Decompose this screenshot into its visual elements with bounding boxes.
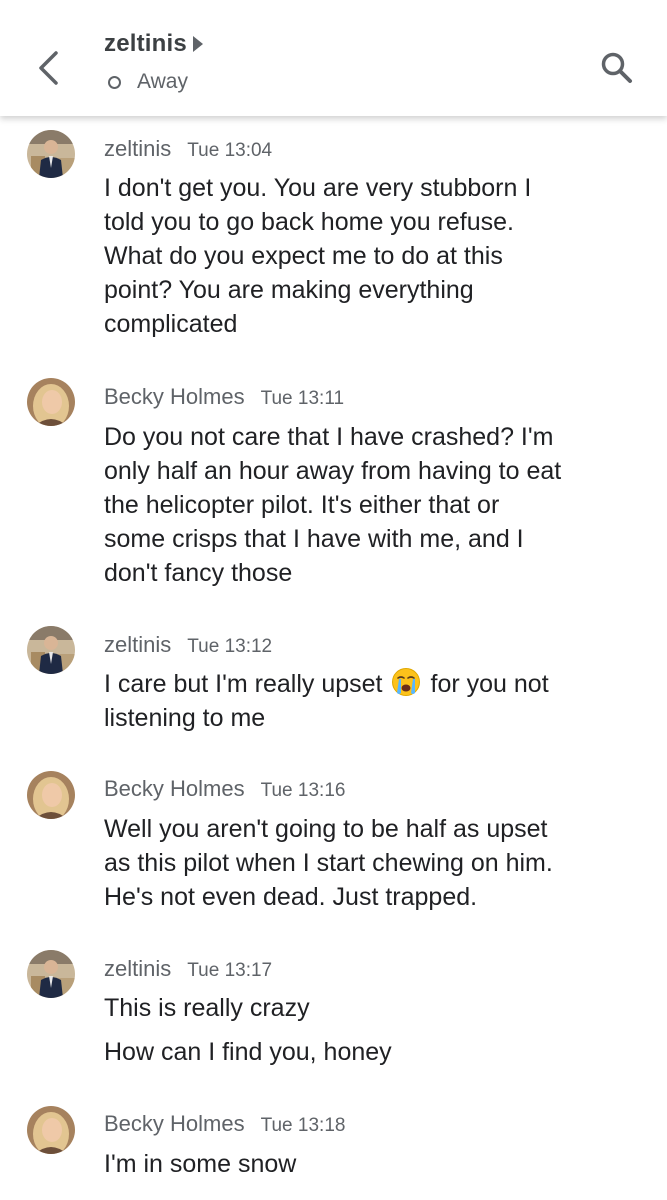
message-line: Well you aren't going to be half as upse…: [104, 815, 548, 843]
message-timestamp: Tue 13:18: [260, 1115, 346, 1136]
message-line: Do you not care that I have crashed? I'm: [104, 423, 554, 451]
message-text: Do you not care that I have crashed? I'm…: [104, 420, 644, 590]
message-line: How can I find you, honey: [104, 1038, 392, 1066]
sender-name: Becky Holmes: [104, 1111, 245, 1136]
avatar-zeltinis[interactable]: [27, 950, 75, 998]
message-line: This is really crazy: [104, 994, 310, 1022]
message-line: the helicopter pilot. It's either that o…: [104, 491, 500, 519]
conversation-title[interactable]: zeltinis Away: [104, 30, 203, 94]
chevron-left-icon: [39, 51, 58, 85]
message-line: only half an hour away from having to ea…: [104, 457, 562, 485]
message-timestamp: Tue 13:11: [260, 388, 345, 409]
message-line: listening to me: [104, 704, 266, 732]
message-text: I care but I'm really upset for you not …: [104, 667, 644, 735]
sender-name: Becky Holmes: [104, 776, 245, 801]
message-timestamp: Tue 13:04: [187, 140, 273, 161]
message-line: I care but I'm really upset for you not: [104, 667, 644, 701]
presence-status: Away: [137, 70, 188, 93]
avatar-zeltinis[interactable]: [27, 626, 75, 674]
back-button[interactable]: [24, 40, 72, 96]
avatar-becky-holmes[interactable]: [27, 771, 75, 819]
message-text: This is really crazy: [104, 991, 644, 1025]
sender-name: Becky Holmes: [104, 384, 245, 409]
message-line: some crisps that I have with me, and I: [104, 525, 524, 553]
message-timestamp: Tue 13:12: [187, 636, 273, 657]
message-timestamp: Tue 13:16: [260, 780, 346, 801]
message-text-segment: I care but I'm really upset: [104, 670, 383, 698]
sender-name: zeltinis: [104, 632, 172, 657]
sender-name: zeltinis: [104, 136, 172, 161]
message-text: Well you aren't going to be half as upse…: [104, 812, 644, 914]
away-status-icon: [108, 75, 121, 89]
search-icon: [601, 52, 632, 83]
message-line: told you to go back home you refuse.: [104, 208, 514, 236]
message-timestamp: Tue 13:17: [187, 960, 273, 981]
message-line: I don't get you. You are very stubborn I: [104, 174, 532, 202]
message-line: as this pilot when I start chewing on hi…: [104, 849, 553, 877]
avatar-becky-holmes[interactable]: [27, 378, 75, 426]
message-text-segment: for you not: [430, 670, 549, 698]
avatar-becky-holmes[interactable]: [27, 1106, 75, 1154]
caret-right-icon: [192, 36, 203, 52]
crying-face-icon: [391, 668, 420, 696]
message-text: I don't get you. You are very stubborn I…: [104, 171, 644, 341]
message-text: How can I find you, honey: [104, 1035, 644, 1069]
message-line: complicated: [104, 310, 238, 338]
message-text: I'm in some snow: [104, 1147, 644, 1181]
message-line: I'm in some snow: [104, 1150, 297, 1178]
message-line: don't fancy those: [104, 559, 293, 587]
message-line: point? You are making everything: [104, 276, 474, 304]
avatar-zeltinis[interactable]: [27, 130, 75, 178]
contact-name: zeltinis: [104, 30, 187, 57]
message-line: He's not even dead. Just trapped.: [104, 883, 478, 911]
message-line: What do you expect me to do at this: [104, 242, 503, 270]
search-button[interactable]: [593, 44, 641, 92]
chat-header: zeltinis Away: [0, 0, 667, 116]
sender-name: zeltinis: [104, 956, 172, 981]
